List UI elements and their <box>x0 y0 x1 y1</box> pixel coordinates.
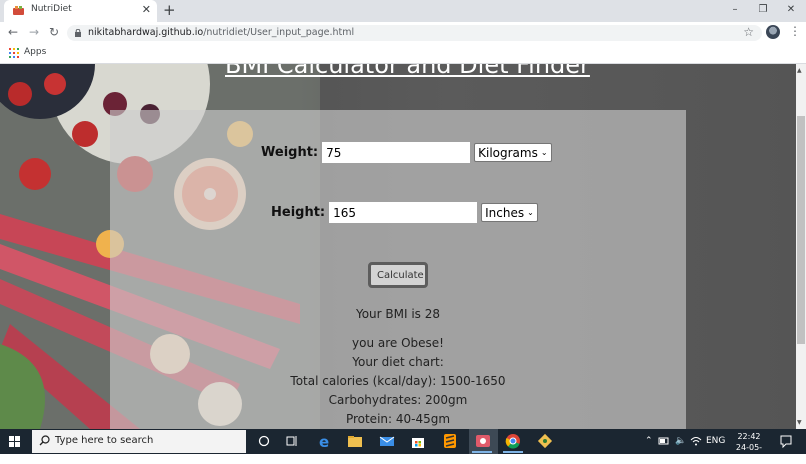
git-icon[interactable] <box>537 433 553 449</box>
tab-close-icon[interactable]: ✕ <box>142 3 151 16</box>
scroll-up-icon[interactable]: ▲ <box>797 67 802 74</box>
weight-input[interactable] <box>322 142 471 163</box>
apps-grid-icon[interactable] <box>9 48 19 58</box>
bmi-result: Your BMI is 28 <box>355 307 441 321</box>
cortana-icon[interactable] <box>256 433 272 449</box>
sublime-text-icon[interactable] <box>442 433 458 449</box>
lock-icon <box>75 29 81 37</box>
mail-icon[interactable] <box>379 433 395 449</box>
svg-text:e: e <box>319 433 329 449</box>
weight-unit-value: Kilograms <box>478 145 538 160</box>
nutridiet-favicon-icon <box>13 6 24 15</box>
windows-taskbar: Type here to search e ⌃ 🔈 ENG 22:42 24-0… <box>0 429 806 463</box>
back-arrow-icon[interactable]: ← <box>8 25 18 39</box>
clock-time: 22:42 <box>737 432 761 441</box>
calculator-panel: Weight: Kilograms ⌄ Height: Inches ⌄ Cal… <box>110 110 686 429</box>
running-app-indicator <box>503 451 523 453</box>
active-app-indicator <box>472 451 492 453</box>
scroll-down-icon[interactable]: ▼ <box>797 419 802 426</box>
photo-app-icon[interactable] <box>475 433 491 449</box>
wifi-icon[interactable] <box>690 434 702 448</box>
address-bar[interactable]: nikitabhardwaj.github.io/nutridiet/User_… <box>67 25 762 41</box>
bookmarks-bar: Apps <box>0 43 806 64</box>
scroll-thumb[interactable] <box>797 116 805 344</box>
forward-arrow-icon[interactable]: → <box>29 25 39 39</box>
page-title: BMI Calculator and Diet Finder <box>225 64 590 79</box>
reload-icon[interactable]: ↻ <box>49 25 59 39</box>
bmi-category: you are Obese! <box>352 336 444 350</box>
search-icon <box>39 435 50 446</box>
close-window-button[interactable]: ✕ <box>776 0 806 20</box>
notification-icon[interactable] <box>779 434 793 448</box>
taskbar-search[interactable]: Type here to search <box>32 430 246 453</box>
taskbar-clock[interactable]: 22:42 24-05-2020 <box>727 431 771 464</box>
height-row: Height: Inches ⌄ <box>271 202 538 223</box>
volume-icon[interactable]: 🔈 <box>675 436 686 446</box>
url-path: /nutridiet/User_input_page.html <box>203 27 355 38</box>
profile-avatar[interactable] <box>766 25 780 39</box>
chevron-down-icon: ⌄ <box>527 208 534 217</box>
task-view-icon[interactable] <box>284 433 300 449</box>
bookmark-star-icon[interactable]: ☆ <box>743 25 754 39</box>
carbohydrates-line: Carbohydrates: 200gm <box>328 393 468 407</box>
browser-toolbar: ← → ↻ nikitabhardwaj.github.io/nutridiet… <box>0 22 806 43</box>
clock-date: 24-05-2020 <box>735 443 763 463</box>
weight-label: Weight: <box>261 145 319 160</box>
windows-start-icon[interactable] <box>9 436 20 447</box>
menu-kebab-icon[interactable]: ⋮ <box>789 24 801 38</box>
restore-button[interactable]: ❐ <box>748 0 778 20</box>
minimize-button[interactable]: – <box>720 0 750 20</box>
page-scrollbar[interactable]: ▲ ▼ <box>796 64 806 429</box>
tab-title: NutriDiet <box>31 4 72 14</box>
calculate-button[interactable]: Calculate <box>368 262 428 288</box>
calories-line: Total calories (kcal/day): 1500-1650 <box>290 374 506 388</box>
diet-chart-heading: Your diet chart: <box>352 355 444 369</box>
battery-icon[interactable] <box>658 434 670 448</box>
weight-row: Weight: Kilograms ⌄ <box>261 142 552 163</box>
file-explorer-icon[interactable] <box>347 433 363 449</box>
protein-line: Protein: 40-45gm <box>345 412 451 426</box>
tray-chevron-up-icon[interactable]: ⌃ <box>645 436 653 446</box>
height-label: Height: <box>271 205 326 220</box>
store-icon[interactable] <box>410 433 426 449</box>
height-unit-value: Inches <box>485 205 525 220</box>
browser-tab[interactable]: NutriDiet ✕ <box>4 0 157 22</box>
chevron-down-icon: ⌄ <box>540 148 548 157</box>
edge-icon[interactable]: e <box>317 433 333 449</box>
url-host: nikitabhardwaj.github.io <box>88 27 204 38</box>
chrome-icon[interactable] <box>505 433 521 449</box>
page-viewport: BMI Calculator and Diet Finder Weight: K… <box>0 64 796 429</box>
tab-strip: NutriDiet ✕ + – ❐ ✕ <box>0 0 806 22</box>
height-input[interactable] <box>329 202 478 223</box>
language-indicator[interactable]: ENG <box>706 436 725 446</box>
search-placeholder: Type here to search <box>55 435 154 446</box>
new-tab-button[interactable]: + <box>163 1 176 19</box>
url-text: nikitabhardwaj.github.io/nutridiet/User_… <box>88 27 354 38</box>
weight-unit-select[interactable]: Kilograms ⌄ <box>474 143 552 162</box>
bookmark-apps[interactable]: Apps <box>24 47 46 57</box>
height-unit-select[interactable]: Inches ⌄ <box>481 203 538 222</box>
